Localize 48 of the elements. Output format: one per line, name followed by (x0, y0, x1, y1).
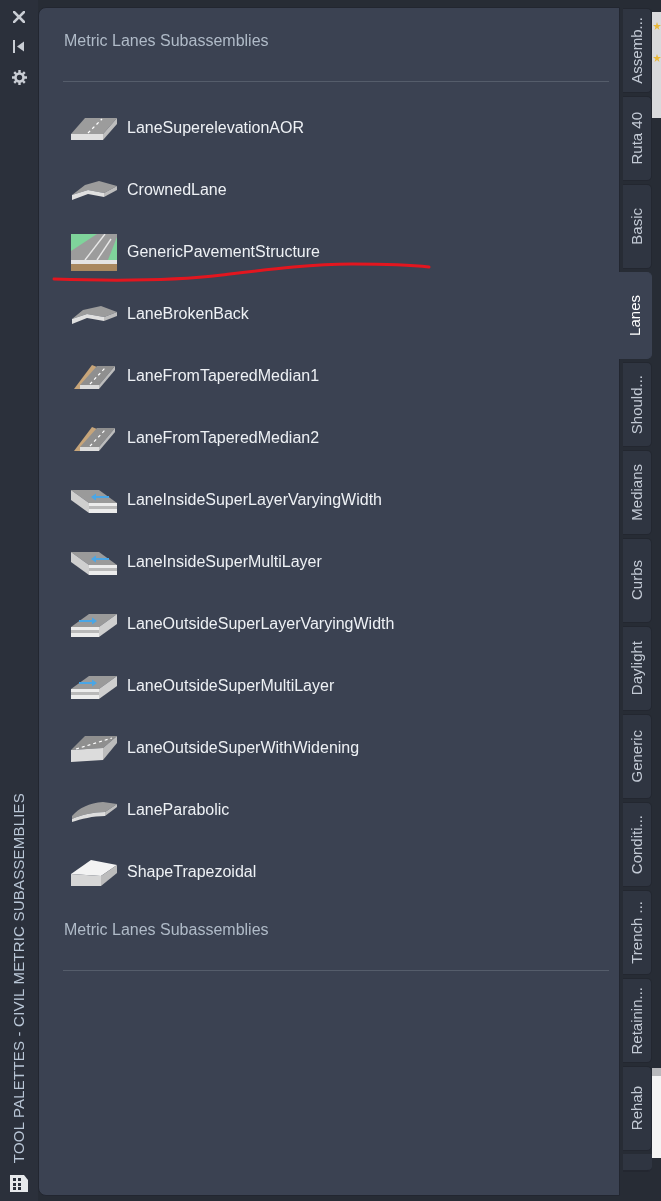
lane-slab-icon (71, 115, 117, 141)
wedge-lane-icon (71, 734, 117, 762)
tool-item[interactable]: GenericPavementStructure (63, 221, 324, 283)
palette-tab[interactable]: Medians (623, 450, 652, 535)
tool-item[interactable]: LaneBrokenBack (63, 283, 253, 345)
palette-tab[interactable]: Generic (623, 714, 652, 799)
collapsed-tabs-edge (623, 1154, 652, 1172)
tool-item[interactable]: LaneOutsideSuperWithWidening (63, 717, 364, 779)
wedge-slab-icon (71, 858, 117, 886)
layered-slab-icon (71, 611, 117, 637)
bent-slab-icon (71, 303, 117, 325)
settings-icon[interactable] (11, 70, 27, 85)
tool-item[interactable]: LaneFromTaperedMedian2 (63, 407, 324, 469)
section-header: Metric Lanes Subassemblies (63, 920, 270, 940)
palette-tab[interactable]: Lanes (619, 272, 652, 359)
crowned-slab-icon (71, 178, 117, 202)
palette-tab[interactable]: Conditi... (623, 802, 652, 887)
palette-tab[interactable]: Basic (623, 184, 652, 269)
palette-tab[interactable]: Should... (623, 362, 652, 447)
tool-item[interactable]: ShapeTrapezoidal (63, 841, 261, 903)
star-icon (653, 22, 661, 30)
tool-item[interactable]: LaneParabolic (63, 779, 234, 841)
palette-tab[interactable]: Retainin... (623, 978, 652, 1063)
palette-tab[interactable]: Daylight (623, 626, 652, 711)
layered-slab-icon (71, 673, 117, 699)
section-header: Metric Lanes Subassemblies (63, 31, 270, 51)
collapse-icon[interactable] (13, 40, 25, 53)
palette-tab[interactable]: Assemb... (623, 8, 652, 93)
palette-tab[interactable]: Rehab (623, 1066, 652, 1151)
layered-slab-icon (71, 549, 117, 575)
median-lane-icon (73, 363, 115, 389)
palette-tab[interactable]: Curbs (623, 538, 652, 623)
palette-tab[interactable]: Trench ... (623, 890, 652, 975)
pavement-section-icon (71, 233, 117, 271)
star-icon (653, 54, 661, 62)
close-icon[interactable] (13, 11, 25, 23)
grid-icon[interactable] (10, 1175, 28, 1192)
palette-tab[interactable]: Ruta 40 (623, 96, 652, 181)
tool-item[interactable]: LaneOutsideSuperLayerVaryingWidth (63, 593, 399, 655)
tool-item[interactable]: LaneOutsideSuperMultiLayer (63, 655, 339, 717)
palette-title: TOOL PALETTES - CIVIL METRIC SUBASSEMBLIES (8, 792, 28, 1163)
tool-item[interactable]: LaneInsideSuperMultiLayer (63, 531, 326, 593)
tool-item[interactable]: CrownedLane (63, 159, 231, 221)
tool-item[interactable]: LaneInsideSuperLayerVaryingWidth (63, 469, 386, 531)
median-lane-icon (73, 425, 115, 451)
tool-item[interactable]: LaneSuperelevationAOR (63, 97, 308, 159)
tool-item[interactable]: LaneFromTaperedMedian1 (63, 345, 324, 407)
layered-slab-icon (71, 487, 117, 513)
